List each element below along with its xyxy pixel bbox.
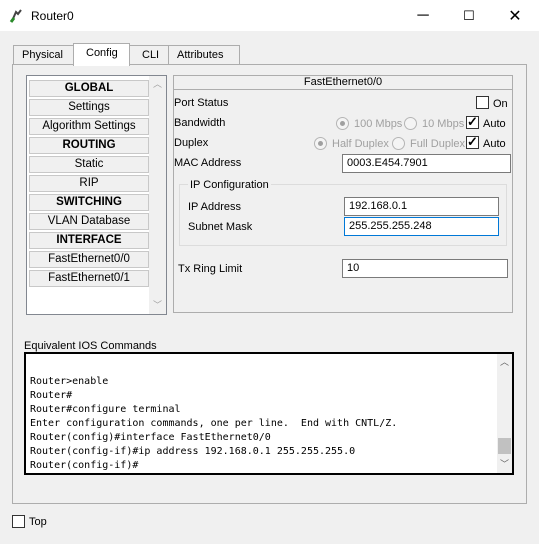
duplex-auto-label: Auto [483, 138, 506, 150]
sidebar-item-static[interactable]: Static [29, 156, 149, 173]
top-checkbox[interactable] [12, 515, 25, 528]
close-button[interactable]: ✕ [492, 0, 538, 31]
ip-configuration-group: IP Configuration IP Address 192.168.0.1 … [179, 179, 507, 246]
bandwidth-10-label: 10 Mbps [422, 118, 465, 130]
tab-config[interactable]: Config [73, 43, 130, 66]
mac-address-field[interactable]: 0003.E454.7901 [342, 154, 511, 173]
mac-address-label: MAC Address [174, 157, 242, 169]
scroll-up-icon[interactable]: ︿ [149, 76, 166, 93]
console-scroll-down-icon[interactable]: ﹀ [497, 456, 512, 473]
half-duplex-radio[interactable] [314, 137, 327, 150]
port-status-label: Port Status [174, 97, 229, 109]
router-app-icon [9, 9, 22, 23]
tx-ring-limit-label: Tx Ring Limit [178, 263, 243, 275]
interface-settings-box: FastEthernet0/0 Port Status On Bandwidth… [173, 75, 513, 313]
full-duplex-radio[interactable] [392, 137, 405, 150]
minimize-icon: ─ [417, 6, 429, 24]
sidebar-header-global: GLOBAL [29, 80, 149, 97]
ip-address-field[interactable]: 192.168.0.1 [344, 197, 499, 216]
console-scrollbar[interactable]: ︿ ﹀ [497, 354, 512, 473]
tx-ring-limit-field[interactable]: 10 [342, 259, 508, 278]
console-line: Router#configure terminal [30, 404, 181, 415]
console-line: Router# [30, 390, 73, 401]
console-line: Router(config)#interface FastEthernet0/0 [30, 432, 271, 443]
maximize-icon: ☐ [463, 7, 475, 23]
half-duplex-label: Half Duplex [332, 138, 389, 150]
title-bar: Router0 ─ ☐ ✕ [0, 0, 539, 31]
sidebar-item-algorithm-settings[interactable]: Algorithm Settings [29, 118, 149, 135]
ip-configuration-title: IP Configuration [188, 179, 271, 191]
sidebar-item-fastethernet0-1[interactable]: FastEthernet0/1 [29, 270, 149, 287]
tab-attributes[interactable]: Attributes [168, 45, 240, 65]
console-line: Router(config-if)# [30, 460, 139, 471]
interface-title: FastEthernet0/0 [174, 76, 512, 90]
tab-cli[interactable]: CLI [129, 45, 169, 65]
close-icon: ✕ [508, 7, 522, 25]
console-text: Router>enable Router# Router#configure ter… [30, 375, 397, 473]
bandwidth-auto-checkbox[interactable] [466, 114, 479, 130]
full-duplex-label: Full Duplex [410, 138, 466, 150]
config-panel: GLOBAL Settings Algorithm Settings ROUTI… [12, 64, 527, 504]
port-status-on-label: On [493, 98, 508, 110]
console-line: Router(config-if)#ip address 192.168.0.1… [30, 446, 356, 457]
console-line: Router>enable [30, 376, 109, 387]
sidebar-item-vlan-database[interactable]: VLAN Database [29, 213, 149, 230]
port-status-checkbox[interactable] [476, 96, 489, 109]
sidebar-header-interface: INTERFACE [29, 232, 149, 249]
sidebar-header-routing: ROUTING [29, 137, 149, 154]
bandwidth-label: Bandwidth [174, 117, 226, 129]
ip-address-label: IP Address [188, 201, 241, 213]
console-scroll-thumb[interactable] [498, 438, 511, 454]
bandwidth-10-radio[interactable] [404, 117, 417, 130]
sidebar-scrollbar[interactable]: ︿ ﹀ [149, 76, 166, 314]
sidebar-item-fastethernet0-0[interactable]: FastEthernet0/0 [29, 251, 149, 268]
sidebar-list: GLOBAL Settings Algorithm Settings ROUTI… [29, 80, 149, 289]
window-title: Router0 [31, 9, 74, 23]
bandwidth-100-radio[interactable] [336, 117, 349, 130]
bandwidth-auto-label: Auto [483, 118, 506, 130]
bandwidth-100-label: 100 Mbps [354, 118, 403, 130]
sidebar-item-settings[interactable]: Settings [29, 99, 149, 116]
minimize-button[interactable]: ─ [400, 0, 446, 31]
console-scroll-up-icon[interactable]: ︿ [497, 354, 512, 371]
duplex-label: Duplex [174, 137, 209, 149]
top-label: Top [29, 516, 47, 528]
console-line: Enter configuration commands, one per li… [30, 418, 398, 429]
subnet-mask-field[interactable]: 255.255.255.248 [344, 217, 499, 236]
scroll-down-icon[interactable]: ﹀ [149, 297, 166, 314]
subnet-mask-label: Subnet Mask [188, 221, 253, 233]
sidebar-header-switching: SWITCHING [29, 194, 149, 211]
ios-commands-console[interactable]: Router>enable Router# Router#configure ter… [24, 352, 514, 475]
config-sidebar[interactable]: GLOBAL Settings Algorithm Settings ROUTI… [26, 75, 167, 315]
maximize-button[interactable]: ☐ [446, 0, 492, 31]
duplex-auto-checkbox[interactable] [466, 134, 479, 150]
tab-physical[interactable]: Physical [13, 45, 74, 65]
sidebar-item-rip[interactable]: RIP [29, 175, 149, 192]
ios-commands-label: Equivalent IOS Commands [24, 340, 157, 352]
